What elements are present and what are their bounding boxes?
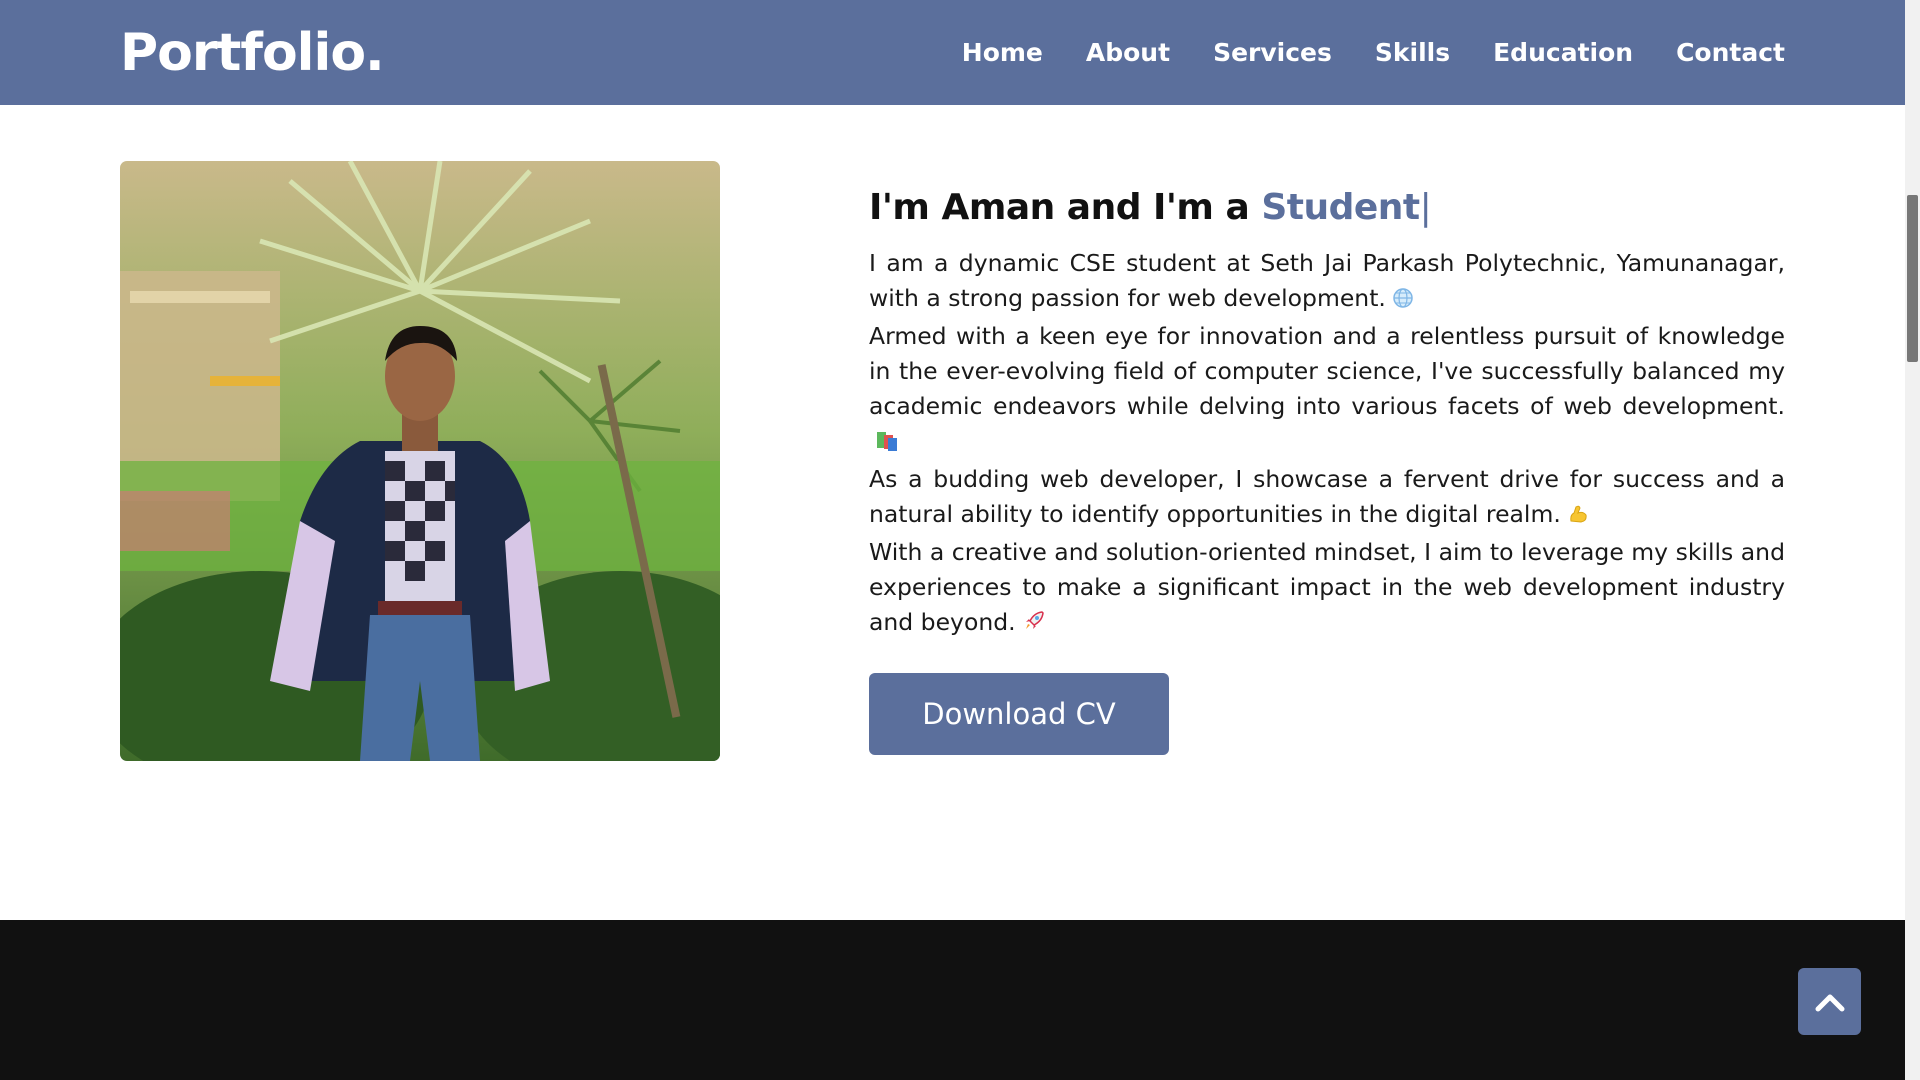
nav-link-education[interactable]: Education: [1493, 38, 1633, 67]
nav-link-services[interactable]: Services: [1213, 38, 1332, 67]
nav-link-skills[interactable]: Skills: [1375, 38, 1450, 67]
page-scrollbar[interactable]: [1905, 0, 1920, 1080]
flexed-arm-emoji-icon: [1567, 500, 1589, 535]
rocket-emoji-icon: [1022, 608, 1046, 643]
bio-paragraph: As a budding web developer, I showcase a…: [869, 462, 1785, 535]
nav-item-about: About: [1086, 38, 1170, 67]
bio-text: I am a dynamic CSE student at Seth Jai P…: [869, 246, 1785, 643]
chevron-up-icon: [1815, 994, 1844, 1011]
about-content: I'm Aman and I'm a Student| I am a dynam…: [869, 187, 1785, 755]
navbar: Portfolio. Home About Services Skills Ed…: [0, 0, 1905, 105]
typing-cursor: |: [1419, 187, 1432, 228]
nav-link-contact[interactable]: Contact: [1676, 38, 1785, 67]
nav-link-about[interactable]: About: [1086, 38, 1170, 67]
bio-paragraph: With a creative and solution-oriented mi…: [869, 535, 1785, 643]
footer: [0, 920, 1905, 1080]
bio-paragraph-text: I am a dynamic CSE student at Seth Jai P…: [869, 249, 1785, 312]
download-cv-button[interactable]: Download CV: [869, 673, 1169, 755]
about-section: I'm Aman and I'm a Student| I am a dynam…: [0, 105, 1905, 920]
globe-emoji-icon: [1392, 284, 1414, 319]
site-logo[interactable]: Portfolio.: [120, 23, 385, 83]
nav-item-skills: Skills: [1375, 38, 1450, 67]
bio-paragraph-text: As a budding web developer, I showcase a…: [869, 465, 1785, 528]
bio-paragraph: Armed with a keen eye for innovation and…: [869, 319, 1785, 462]
nav-item-contact: Contact: [1676, 38, 1785, 67]
bio-paragraph-text: Armed with a keen eye for innovation and…: [869, 322, 1785, 420]
nav-item-education: Education: [1493, 38, 1633, 67]
intro-heading-prefix: I'm Aman and I'm a: [869, 187, 1262, 228]
typed-role: Student: [1261, 187, 1420, 228]
scrollbar-thumb[interactable]: [1907, 195, 1918, 362]
profile-photo-illustration: [120, 161, 720, 761]
bio-paragraph-text: With a creative and solution-oriented mi…: [869, 538, 1785, 636]
books-emoji-icon: [875, 427, 899, 462]
scroll-to-top-button[interactable]: [1798, 968, 1861, 1035]
intro-heading: I'm Aman and I'm a Student|: [869, 187, 1785, 228]
nav-menu: Home About Services Skills Education Con…: [962, 38, 1785, 67]
nav-link-home[interactable]: Home: [962, 38, 1043, 67]
nav-item-home: Home: [962, 38, 1043, 67]
profile-photo: [120, 161, 720, 761]
bio-paragraph: I am a dynamic CSE student at Seth Jai P…: [869, 246, 1785, 319]
nav-item-services: Services: [1213, 38, 1332, 67]
